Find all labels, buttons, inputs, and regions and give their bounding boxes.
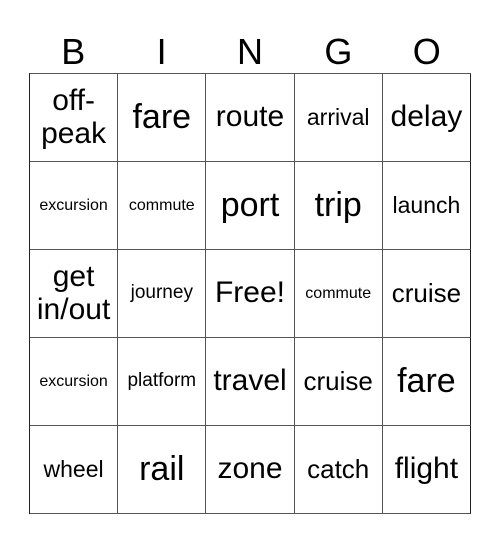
cell-label: excursion [39, 196, 108, 214]
header-letter-b: B [61, 31, 86, 72]
bingo-cell[interactable]: zone [206, 426, 295, 514]
bingo-cell[interactable]: flight [382, 426, 471, 514]
header-letter-o: O [412, 31, 441, 72]
header-letter-n: N [236, 31, 263, 72]
bingo-cell[interactable]: wheel [30, 426, 119, 514]
bingo-cell[interactable]: fare [382, 338, 471, 426]
bingo-cell[interactable]: port [206, 162, 295, 250]
bingo-cell[interactable]: trip [294, 162, 383, 250]
bingo-cell[interactable]: off-peak [30, 74, 119, 162]
cell-label: launch [392, 192, 461, 219]
bingo-cell[interactable]: arrival [294, 74, 383, 162]
bingo-cell[interactable]: excursion [30, 338, 119, 426]
cell-label: off-peak [41, 84, 107, 150]
header-letter-g: G [324, 31, 353, 72]
bingo-cell[interactable]: cruise [294, 338, 383, 426]
cell-label: wheel [43, 456, 104, 483]
bingo-cell[interactable]: excursion [30, 162, 119, 250]
bingo-header: B I N G O [29, 30, 471, 73]
cell-label: arrival [306, 104, 370, 131]
cell-label: route [215, 100, 285, 134]
cell-label: excursion [39, 372, 108, 390]
cell-label: cruise [391, 278, 462, 309]
cell-label: journey [130, 282, 193, 304]
bingo-cell[interactable]: launch [382, 162, 471, 250]
bingo-cell[interactable]: delay [382, 74, 471, 162]
bingo-cell[interactable]: route [206, 74, 295, 162]
cell-label: Free! [214, 276, 285, 310]
cell-label: commute [128, 196, 195, 214]
bingo-grid: off-peak fare route arrival delay excursion co… [29, 73, 471, 514]
cell-label: fare [132, 98, 192, 137]
cell-label: commute [305, 284, 372, 302]
bingo-cell[interactable]: cruise [382, 250, 471, 338]
bingo-cell[interactable]: fare [118, 74, 207, 162]
cell-label: port [220, 186, 280, 225]
cell-label: trip [314, 186, 362, 225]
bingo-cell[interactable]: platform [118, 338, 207, 426]
cell-label: flight [394, 452, 459, 486]
cell-label: cruise [303, 366, 373, 397]
cell-label: platform [127, 370, 197, 392]
bingo-cell[interactable]: travel [206, 338, 295, 426]
bingo-cell[interactable]: journey [118, 250, 207, 338]
header-letter-i: I [156, 31, 167, 72]
bingo-cell[interactable]: get in/out [30, 250, 119, 338]
cell-label: fare [397, 362, 456, 401]
cell-label: travel [213, 364, 287, 398]
cell-label: rail [139, 450, 185, 489]
free-space-cell[interactable]: Free! [206, 250, 295, 338]
bingo-cell[interactable]: rail [118, 426, 207, 514]
bingo-cell[interactable]: commute [294, 250, 383, 338]
cell-label: catch [307, 454, 370, 485]
cell-label: get in/out [36, 260, 111, 326]
bingo-cell[interactable]: catch [294, 426, 383, 514]
bingo-cell[interactable]: commute [118, 162, 207, 250]
cell-label: delay [390, 100, 463, 134]
cell-label: zone [217, 452, 283, 486]
